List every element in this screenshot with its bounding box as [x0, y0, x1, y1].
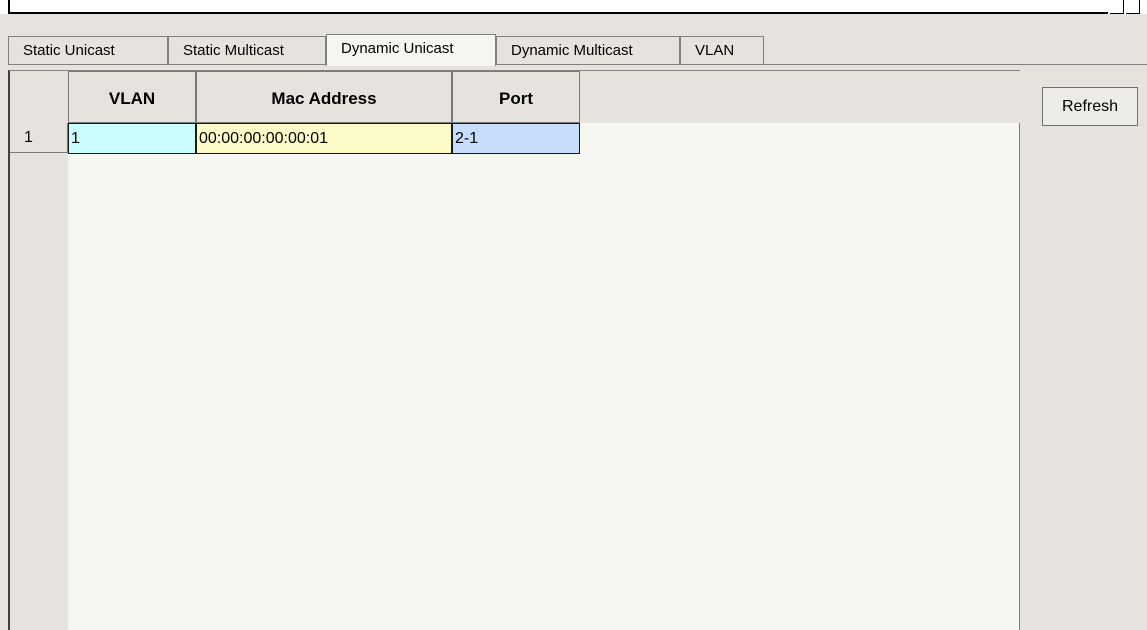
cell-port[interactable]: 2-1 [452, 123, 580, 154]
frame-corner-box [1110, 0, 1124, 14]
app-window: Static Unicast Static Multicast Dynamic … [0, 0, 1147, 630]
frame-corner-box [1126, 0, 1140, 14]
column-header-vlan[interactable]: VLAN [68, 71, 196, 123]
action-panel: Refresh [1020, 70, 1147, 630]
row-header-column [10, 123, 68, 630]
row-number: 1 [10, 123, 68, 153]
cell-vlan[interactable]: 1 [68, 123, 196, 154]
tab-dynamic-multicast[interactable]: Dynamic Multicast [496, 36, 680, 64]
refresh-button[interactable]: Refresh [1042, 87, 1138, 126]
tab-baseline [8, 64, 1147, 65]
tab-dynamic-unicast[interactable]: Dynamic Unicast [326, 34, 496, 66]
column-header-port[interactable]: Port [452, 71, 580, 123]
column-header-mac-address[interactable]: Mac Address [196, 71, 452, 123]
top-frame-strip [0, 0, 1147, 14]
cell-mac-address[interactable]: 00:00:00:00:00:01 [196, 123, 452, 154]
mac-table-grid: VLAN Mac Address Port 1 1 00:00:00:00:00… [8, 70, 1020, 630]
tab-static-unicast[interactable]: Static Unicast [8, 36, 168, 64]
tab-vlan[interactable]: VLAN [680, 36, 764, 64]
tab-static-multicast[interactable]: Static Multicast [168, 36, 326, 64]
tab-bar: Static Unicast Static Multicast Dynamic … [0, 14, 1147, 70]
corner-header-cell [10, 71, 68, 123]
